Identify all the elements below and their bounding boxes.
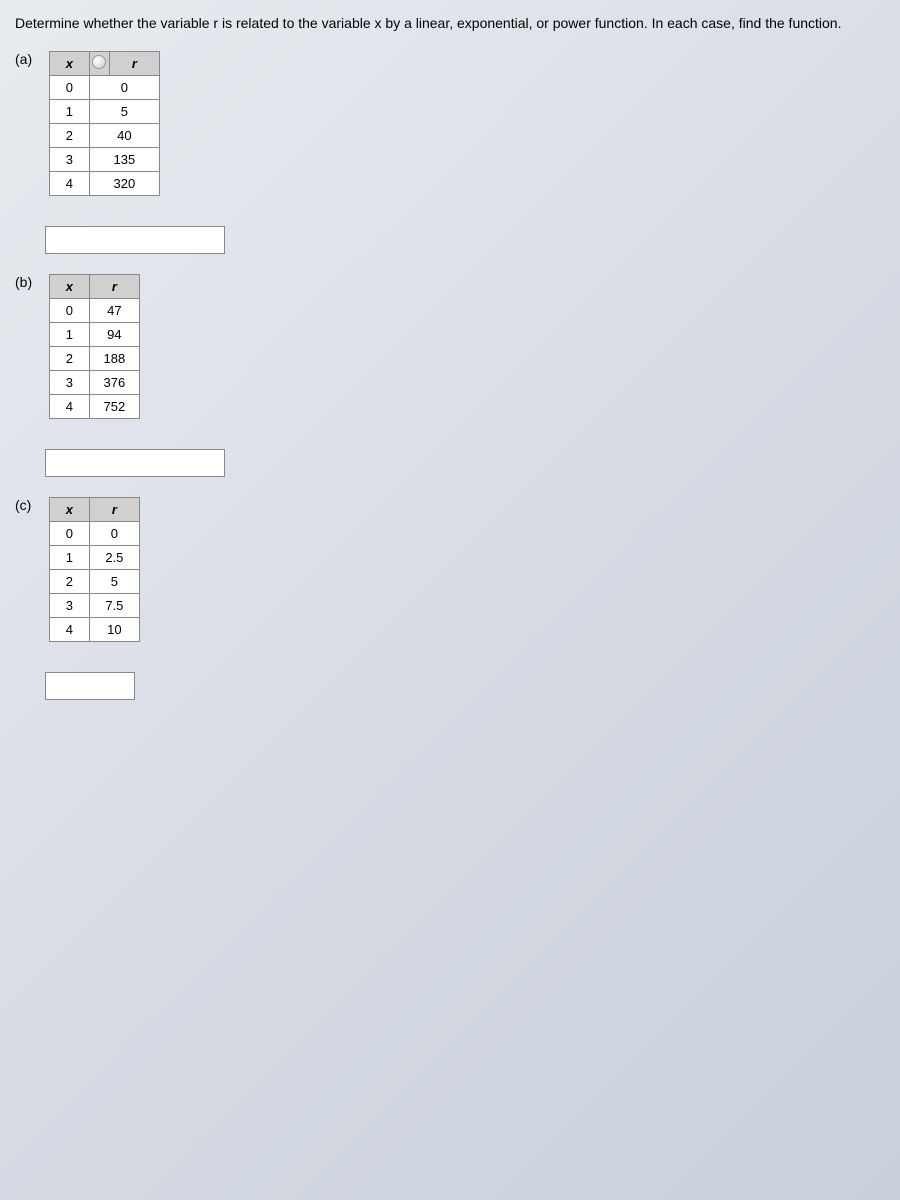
cell-x: 2: [49, 124, 89, 148]
table-header-r: r: [89, 275, 139, 299]
cell-r: 5: [89, 100, 159, 124]
cell-x: 3: [49, 148, 89, 172]
table-row: 4 752: [49, 395, 139, 419]
table-row: 0 0: [49, 76, 159, 100]
cell-x: 4: [49, 395, 89, 419]
table-b: x r 0 47 1 94 2 188 3 376 4 752: [49, 274, 140, 419]
cell-x: 4: [49, 618, 89, 642]
table-row: 0 0: [49, 522, 139, 546]
table-row: 1 94: [49, 323, 139, 347]
table-row: 4 10: [49, 618, 139, 642]
cell-x: 0: [49, 76, 89, 100]
cell-x: 3: [49, 594, 89, 618]
cell-x: 4: [49, 172, 89, 196]
table-row: x r: [49, 52, 159, 76]
question-text: Determine whether the variable r is rela…: [15, 15, 885, 31]
section-b-label: (b): [15, 274, 45, 290]
table-a: x r 0 0 1 5 2 40 3 135 4 320: [49, 51, 160, 196]
section-a-label: (a): [15, 51, 45, 67]
circle-icon: [92, 55, 106, 69]
section-c-label: (c): [15, 497, 45, 513]
table-row: 3 376: [49, 371, 139, 395]
table-row: 3 135: [49, 148, 159, 172]
cell-x: 0: [49, 299, 89, 323]
table-header-x: x: [49, 275, 89, 299]
table-row: 2 188: [49, 347, 139, 371]
table-row: 4 320: [49, 172, 159, 196]
cell-x: 3: [49, 371, 89, 395]
cell-x: 1: [49, 323, 89, 347]
cell-r: 10: [89, 618, 139, 642]
table-row: 2 5: [49, 570, 139, 594]
cell-r: 2.5: [89, 546, 139, 570]
cell-x: 0: [49, 522, 89, 546]
table-header-r: r: [109, 52, 159, 76]
table-c: x r 0 0 1 2.5 2 5 3 7.5 4 10: [49, 497, 140, 642]
cell-r: 188: [89, 347, 139, 371]
cell-x: 2: [49, 570, 89, 594]
cell-r: 135: [89, 148, 159, 172]
cell-r: 376: [89, 371, 139, 395]
cell-r: 0: [89, 522, 139, 546]
table-row: 3 7.5: [49, 594, 139, 618]
cell-x: 1: [49, 100, 89, 124]
table-header-x: x: [49, 52, 89, 76]
cell-x: 2: [49, 347, 89, 371]
cell-r: 47: [89, 299, 139, 323]
table-row: 1 2.5: [49, 546, 139, 570]
table-header-icon: [89, 52, 109, 76]
answer-input-c[interactable]: [45, 672, 135, 700]
section-c: (c) x r 0 0 1 2.5 2 5 3 7.5: [15, 497, 885, 657]
cell-r: 7.5: [89, 594, 139, 618]
answer-input-a[interactable]: [45, 226, 225, 254]
cell-r: 5: [89, 570, 139, 594]
section-a: (a) x r 0 0 1 5 2 40 3 135: [15, 51, 885, 211]
cell-r: 94: [89, 323, 139, 347]
table-row: x r: [49, 498, 139, 522]
section-b: (b) x r 0 47 1 94 2 188 3 376: [15, 274, 885, 434]
table-header-x: x: [49, 498, 89, 522]
cell-r: 320: [89, 172, 159, 196]
table-row: x r: [49, 275, 139, 299]
table-row: 0 47: [49, 299, 139, 323]
table-header-r: r: [89, 498, 139, 522]
table-row: 1 5: [49, 100, 159, 124]
cell-x: 1: [49, 546, 89, 570]
cell-r: 0: [89, 76, 159, 100]
table-row: 2 40: [49, 124, 159, 148]
answer-input-b[interactable]: [45, 449, 225, 477]
cell-r: 752: [89, 395, 139, 419]
cell-r: 40: [89, 124, 159, 148]
